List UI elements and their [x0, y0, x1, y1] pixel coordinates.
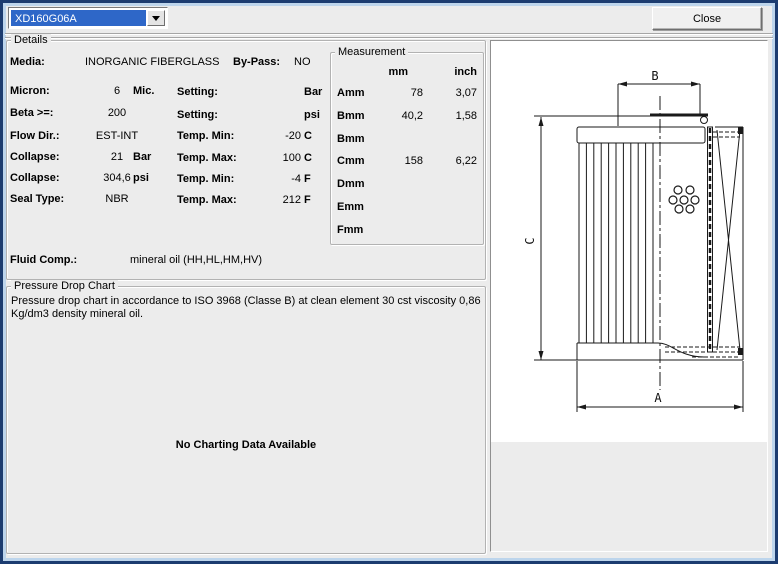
measurement-row: Cmm 158 6,22 [331, 155, 483, 168]
diagram-panel: B C A [490, 40, 768, 552]
dim-c-label: C [523, 237, 537, 244]
measurement-groupbox: Measurement mm inch Amm 78 3,07 Bmm 40,2… [330, 46, 484, 245]
dim-a-label: A [654, 391, 662, 405]
measurement-row: Amm 78 3,07 [331, 87, 483, 100]
filter-diagram-svg: B C A [523, 69, 744, 412]
details-caption: Details [11, 34, 51, 46]
dim-mm: 158 [404, 155, 423, 167]
field-label: Temp. Min: [177, 173, 235, 185]
pressure-drop-caption: Pressure Drop Chart [11, 280, 118, 292]
field-unit: F [304, 194, 311, 206]
field-label: Temp. Max: [177, 152, 237, 164]
bypass-value: NO [294, 56, 311, 68]
no-charting-data-message: No Charting Data Available [175, 439, 317, 451]
field-unit: C [304, 152, 312, 164]
dim-inch: 6,22 [455, 155, 477, 167]
col-header-mm: mm [388, 66, 408, 78]
fluid-comp-label: Fluid Comp.: [10, 254, 78, 266]
close-button[interactable]: Close [652, 7, 762, 30]
measurement-row: Bmm 40,2 1,58 [331, 110, 483, 123]
measurement-row: Emm [331, 201, 483, 214]
field-value: -20 [285, 130, 301, 142]
col-header-inch: inch [454, 66, 477, 78]
field-label: Temp. Max: [177, 194, 237, 206]
toolbar-divider [5, 33, 773, 35]
part-number-combobox[interactable]: XD160G06A [8, 7, 168, 29]
chevron-down-icon [152, 15, 160, 21]
measurement-caption: Measurement [335, 46, 409, 58]
dim-inch: 3,07 [455, 87, 477, 99]
dim-mm: 78 [410, 87, 423, 99]
field-unit: Bar [304, 86, 323, 98]
media-label: Media: [10, 56, 45, 68]
fluid-comp-value: mineral oil (HH,HL,HM,HV) [130, 254, 263, 266]
combo-dropdown-button[interactable] [147, 10, 165, 26]
bypass-label: By-Pass: [233, 56, 281, 68]
field-label: Setting: [177, 86, 218, 98]
field-label: Temp. Min: [177, 130, 235, 142]
field-value: 100 [282, 152, 301, 164]
measurement-row: Fmm [331, 224, 483, 237]
element-details-window: XD160G06A Close Details Media: INORGANIC… [0, 0, 778, 564]
pressure-drop-description: Pressure drop chart in accordance to ISO… [11, 295, 481, 320]
filter-technical-drawing: B C A [491, 41, 767, 442]
measurement-row: Bmm [331, 133, 483, 146]
dim-label: Dmm [337, 178, 365, 190]
dim-label: Fmm [337, 224, 364, 236]
field-value: -4 [291, 173, 301, 185]
field-label: Setting: [177, 109, 218, 121]
combo-selected-value: XD160G06A [11, 10, 146, 26]
media-value: INORGANIC FIBERGLASS [85, 56, 220, 68]
field-value: 212 [282, 194, 301, 206]
details-row-fluid: Fluid Comp.: mineral oil (HH,HL,HM,HV) [7, 254, 485, 267]
measurement-row: Dmm [331, 178, 483, 191]
dim-label: Emm [337, 201, 364, 213]
pressure-drop-groupbox: Pressure Drop Chart Pressure drop chart … [6, 280, 486, 554]
field-unit: psi [304, 109, 320, 121]
toolbar-divider-2 [5, 37, 773, 39]
dim-label: Bmm [337, 133, 365, 145]
field-unit: C [304, 130, 312, 142]
dim-mm: 40,2 [401, 110, 423, 122]
measurement-header-row: mm inch [331, 66, 483, 79]
field-unit: F [304, 173, 311, 185]
dim-inch: 1,58 [455, 110, 477, 122]
dim-b-label: B [651, 69, 658, 83]
